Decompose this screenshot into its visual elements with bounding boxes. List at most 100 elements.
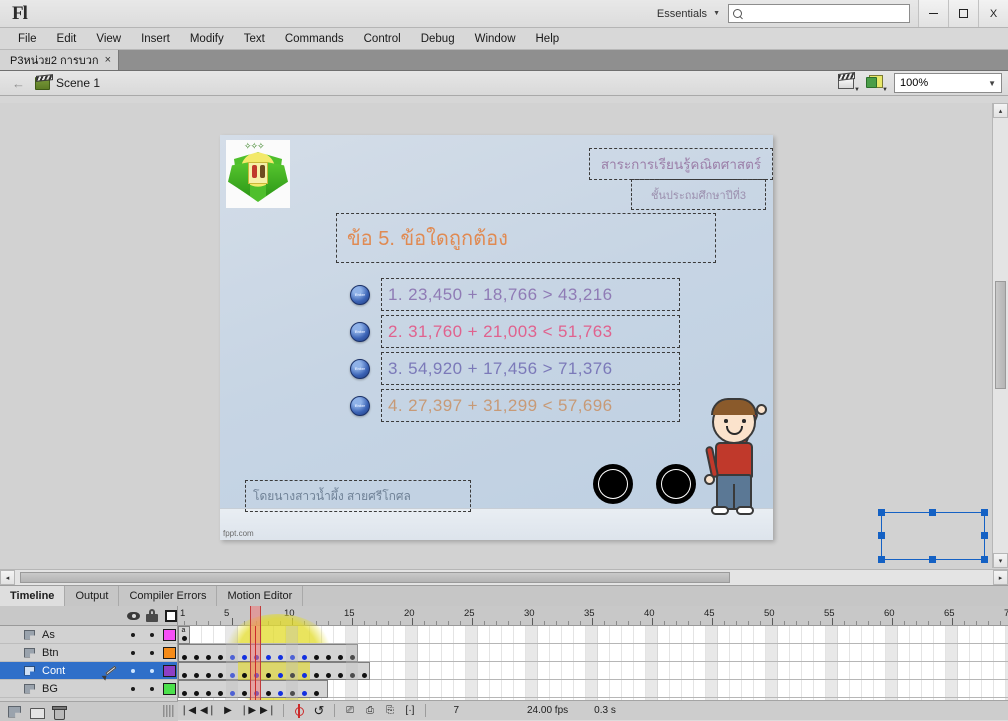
scroll-right-icon[interactable]: ▸ xyxy=(993,570,1008,585)
first-frame-button[interactable]: ❘◀ xyxy=(178,701,198,721)
answer-textfield-2[interactable]: 2. 31,760 + 21,003 < 51,763 xyxy=(381,315,680,348)
scroll-down-icon[interactable]: ▾ xyxy=(993,553,1008,568)
minimize-button[interactable] xyxy=(918,0,948,27)
keyframe-dot[interactable] xyxy=(241,655,247,660)
stage-canvas[interactable]: ✧✧✧ สาระการเรียนรู้คณิตศาสตร์ ชั้นประถมศ… xyxy=(220,135,773,540)
scene-label[interactable]: Scene 1 xyxy=(56,76,100,90)
keyframe-dot[interactable] xyxy=(253,673,259,678)
layer-color-swatch[interactable] xyxy=(163,647,176,659)
keyframe-dot[interactable] xyxy=(205,691,211,696)
modify-onion-markers-button[interactable]: ⎘ xyxy=(380,701,400,721)
keyframe-dot[interactable] xyxy=(277,655,283,660)
enter-button-icon[interactable]: Enter xyxy=(350,284,370,305)
menu-text[interactable]: Text xyxy=(234,30,275,48)
delete-layer-icon[interactable] xyxy=(52,705,67,720)
menu-control[interactable]: Control xyxy=(354,30,411,48)
layer-visibility-dot[interactable] xyxy=(131,669,135,673)
close-icon[interactable]: × xyxy=(105,54,111,66)
tab-motion-editor[interactable]: Motion Editor xyxy=(217,586,304,606)
author-textfield[interactable]: โดยนางสาวน้ำผึ้ง สายศรีโกศล xyxy=(245,480,471,512)
layer-lock-dot[interactable] xyxy=(150,687,154,691)
keyframe-dot[interactable] xyxy=(265,691,271,696)
question-textfield[interactable]: ข้อ 5. ข้อใดถูกต้อง xyxy=(336,213,716,263)
menu-commands[interactable]: Commands xyxy=(275,30,354,48)
keyframe-dot[interactable] xyxy=(361,673,367,678)
keyframe-dot[interactable] xyxy=(301,691,307,696)
onion-skin-button[interactable] xyxy=(289,701,309,721)
resize-handle[interactable] xyxy=(929,556,936,563)
search-input[interactable] xyxy=(744,7,909,20)
lock-icon[interactable] xyxy=(146,609,158,622)
answer-option-2[interactable]: Enter 2. 31,760 + 21,003 < 51,763 xyxy=(350,313,680,350)
menu-help[interactable]: Help xyxy=(526,30,570,48)
enter-button-icon[interactable]: Enter xyxy=(350,358,370,379)
grade-title-textfield[interactable]: ชั้นประถมศึกษาปีที่3 xyxy=(631,179,766,210)
resize-handle[interactable] xyxy=(929,509,936,516)
keyframe-dot[interactable] xyxy=(205,655,211,660)
keyframe-dot[interactable] xyxy=(265,673,271,678)
close-button[interactable]: X xyxy=(978,0,1008,27)
selected-offstage-object[interactable] xyxy=(878,509,988,563)
menu-window[interactable]: Window xyxy=(465,30,526,48)
layer-visibility-dot[interactable] xyxy=(131,651,135,655)
stage-horizontal-scrollbar[interactable]: ◂ ▸ xyxy=(0,569,1008,585)
school-crest-logo[interactable]: ✧✧✧ xyxy=(226,140,290,208)
keyframe-dot[interactable] xyxy=(241,691,247,696)
keyframe-dot[interactable] xyxy=(205,673,211,678)
keyframe-dot[interactable] xyxy=(325,673,331,678)
layer-row-btn[interactable]: Btn xyxy=(0,644,177,662)
menu-edit[interactable]: Edit xyxy=(47,30,87,48)
resize-handle[interactable] xyxy=(878,509,885,516)
enter-button-icon[interactable]: Enter xyxy=(350,395,370,416)
play-button[interactable]: ▶ xyxy=(218,701,238,721)
resize-handle[interactable] xyxy=(878,556,885,563)
stage-area[interactable]: ✧✧✧ สาระการเรียนรู้คณิตศาสตร์ ชั้นประถมศ… xyxy=(0,103,1008,585)
edit-symbols-button[interactable]: ▼ xyxy=(866,73,888,93)
selected-frames-range[interactable] xyxy=(238,662,310,680)
onion-outline-button[interactable]: [·] xyxy=(400,701,420,721)
keyframe-dot[interactable] xyxy=(337,673,343,678)
fps-indicator[interactable]: 24.00 fps xyxy=(521,705,574,716)
keyframe-dot[interactable] xyxy=(313,691,319,696)
new-folder-icon[interactable] xyxy=(30,706,45,719)
keyframe-dot[interactable] xyxy=(217,691,223,696)
search-box[interactable] xyxy=(728,4,910,23)
scroll-left-icon[interactable]: ◂ xyxy=(0,570,15,585)
keyframe-dot[interactable] xyxy=(301,673,307,678)
back-arrow-icon[interactable]: ← xyxy=(12,76,25,91)
menu-file[interactable]: File xyxy=(8,30,47,48)
tab-compiler-errors[interactable]: Compiler Errors xyxy=(119,586,218,606)
stage-vertical-scrollbar[interactable]: ▴ ▾ xyxy=(992,103,1008,568)
scroll-up-icon[interactable]: ▴ xyxy=(993,103,1008,118)
keyframe-dot[interactable] xyxy=(325,655,331,660)
keyframe-dot[interactable] xyxy=(193,673,199,678)
keyframe-dot[interactable] xyxy=(265,655,271,660)
keyframe-dot[interactable] xyxy=(193,655,199,660)
keyframe-dot[interactable] xyxy=(193,691,199,696)
keyframe-dot[interactable] xyxy=(181,673,187,678)
keyframe-dot[interactable] xyxy=(181,655,187,660)
answer-option-4[interactable]: Enter 4. 27,397 + 31,299 < 57,696 xyxy=(350,387,680,424)
document-tab-p3[interactable]: P3หน่วย2 การบวก × xyxy=(0,50,120,70)
vertical-scroll-thumb[interactable] xyxy=(995,281,1006,389)
frame-ruler[interactable]: 1510152025303540455055606570758085909510… xyxy=(178,606,1008,626)
maximize-button[interactable] xyxy=(948,0,978,27)
loop-button[interactable]: ↺ xyxy=(309,701,329,721)
layer-lock-dot[interactable] xyxy=(150,651,154,655)
menu-modify[interactable]: Modify xyxy=(180,30,234,48)
resize-handle[interactable] xyxy=(981,509,988,516)
keyframe-dot[interactable] xyxy=(241,673,247,678)
tab-output[interactable]: Output xyxy=(65,586,120,606)
layer-row-bg[interactable]: BG xyxy=(0,680,177,698)
edit-multiple-frames-button[interactable]: ⎙ xyxy=(360,701,380,721)
keyframe-dot[interactable] xyxy=(337,655,343,660)
keyframe-dot[interactable] xyxy=(217,673,223,678)
prev-slide-button[interactable] xyxy=(593,464,633,504)
new-layer-icon[interactable] xyxy=(8,706,21,718)
subject-title-textfield[interactable]: สาระการเรียนรู้คณิตศาสตร์ xyxy=(589,148,773,180)
keyframe-dot[interactable] xyxy=(301,655,307,660)
layer-row-cont[interactable]: Cont xyxy=(0,662,177,681)
frames-grid[interactable]: a xyxy=(178,606,1008,706)
keyframe-dot[interactable] xyxy=(181,691,187,696)
resize-handle[interactable] xyxy=(878,532,885,539)
